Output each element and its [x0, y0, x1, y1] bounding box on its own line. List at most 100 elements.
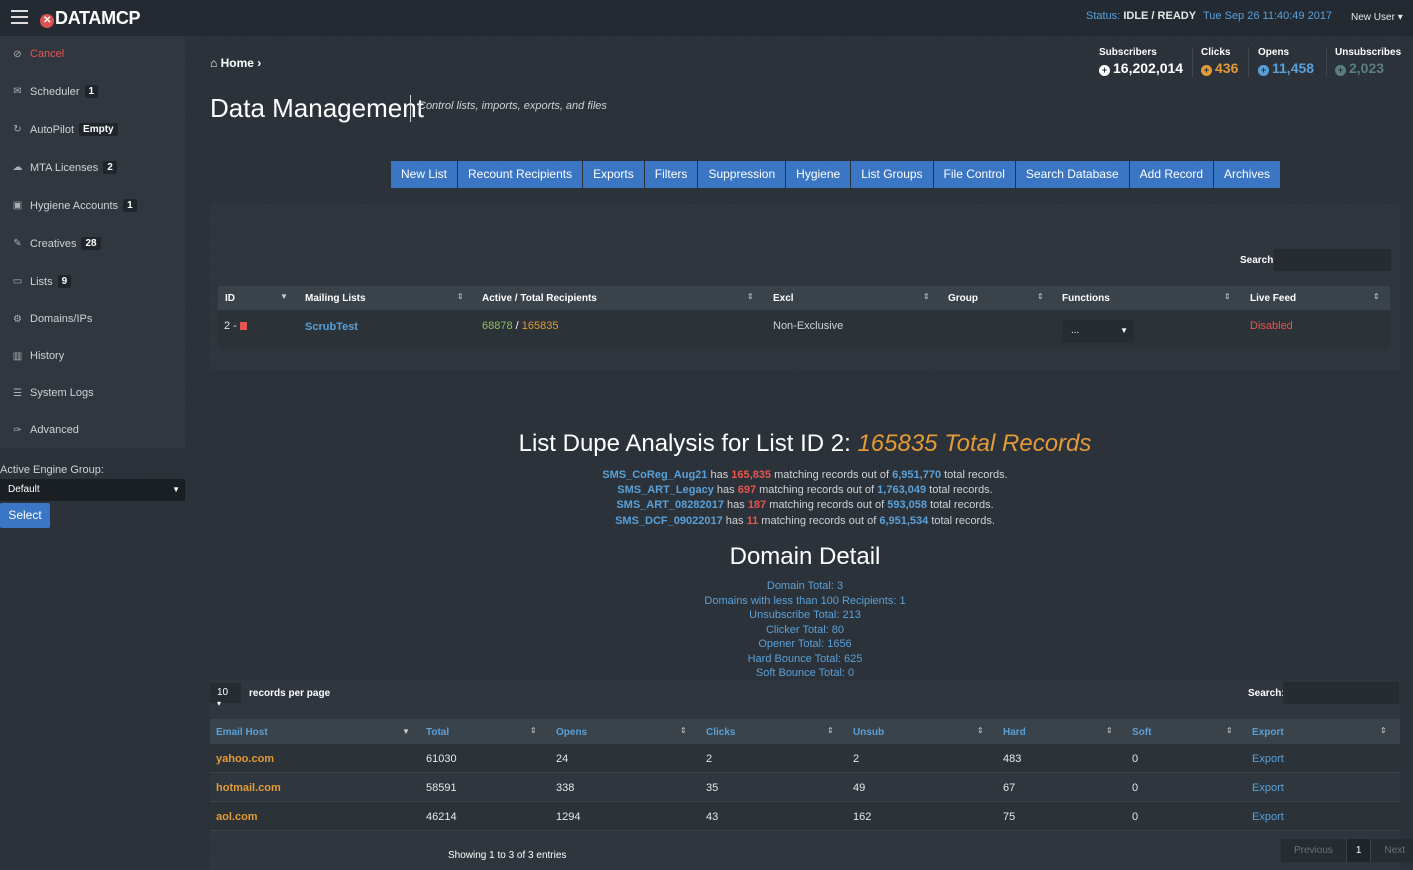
caret-down-icon: ▼	[172, 485, 180, 494]
tab-new-list[interactable]: New List	[391, 161, 459, 188]
records-per-page-select[interactable]: 10 ▾	[210, 683, 241, 708]
soft-cell: 0	[1132, 782, 1139, 794]
tab-hygiene[interactable]: Hygiene	[786, 161, 852, 188]
cogs-icon: ⚙	[13, 313, 22, 325]
column-header-recipients[interactable]: Active / Total Recipients	[482, 293, 597, 304]
list-id: 2 -	[224, 320, 247, 332]
pagination-page-1[interactable]: 1	[1346, 839, 1372, 862]
unsub-cell: 49	[853, 782, 866, 794]
engine-group-label: Active Engine Group:	[0, 464, 104, 476]
sidebar-item-mta-licenses[interactable]: ☁ MTA Licenses 2	[12, 161, 117, 174]
logo-mark-icon: ✕	[40, 14, 54, 28]
column-header-excl[interactable]: Excl	[773, 293, 794, 304]
domain-stat: Domain Total: 3	[766, 580, 844, 592]
domain-stat: Soft Bounce Total: 0	[755, 667, 855, 679]
export-link[interactable]: Export	[1252, 811, 1284, 823]
pagination-previous[interactable]: Previous	[1281, 839, 1347, 862]
column-header-hard[interactable]: Hard	[1003, 727, 1026, 738]
tab-exports[interactable]: Exports	[583, 161, 645, 188]
column-header-clicks[interactable]: Clicks	[706, 727, 735, 738]
sort-icon: ⇕	[827, 726, 834, 735]
column-header-unsub[interactable]: Unsub	[853, 727, 884, 738]
sort-icon: ⇕	[923, 292, 930, 301]
table-row: hotmail.com 58591 338 35 49 67 0 Export	[210, 773, 1400, 802]
trash-icon[interactable]	[239, 322, 247, 330]
lists-table-header: ID ▼ Mailing Lists ⇕ Active / Total Recipi…	[218, 286, 1390, 310]
list-name-link[interactable]: ScrubTest	[305, 321, 358, 333]
domain-search-input[interactable]	[1283, 682, 1399, 704]
sort-icon: ⇕	[1226, 726, 1233, 735]
caret-down-icon: ▾	[1397, 12, 1403, 23]
tab-add-record[interactable]: Add Record	[1129, 161, 1215, 188]
stat-unsubscribes: Unsubscribes +2,023	[1335, 47, 1402, 76]
select-engine-button[interactable]: Select	[0, 503, 50, 528]
column-header-export[interactable]: Export	[1252, 727, 1284, 738]
sidebar-item-lists[interactable]: ▭ Lists 9	[12, 275, 72, 288]
refresh-icon: ↻	[13, 124, 22, 135]
stat-clicks: Clicks +436	[1201, 47, 1239, 76]
plus-circle-icon: +	[1201, 65, 1212, 76]
app-logo[interactable]: ✕ DATAMCP	[40, 8, 141, 29]
column-header-group[interactable]: Group	[948, 293, 978, 304]
total-cell: 61030	[426, 753, 457, 765]
tab-archives[interactable]: Archives	[1214, 161, 1282, 188]
action-tabs: New List Recount Recipients Exports Filt…	[391, 161, 1282, 188]
total-cell: 58591	[426, 782, 457, 794]
sidebar-item-autopilot[interactable]: ↻ AutoPilot Empty	[12, 123, 118, 136]
total-cell: 46214	[426, 811, 457, 823]
sidebar-item-domains-ips[interactable]: ⚙ Domains/IPs	[12, 313, 92, 325]
live-feed-status[interactable]: Disabled	[1250, 320, 1293, 332]
stat-subscribers: Subscribers +16,202,014	[1099, 47, 1184, 76]
tab-list-groups[interactable]: List Groups	[851, 161, 934, 188]
tab-search-database[interactable]: Search Database	[1015, 161, 1130, 188]
sort-icon: ⇕	[1373, 292, 1380, 301]
sidebar-item-hygiene-accounts[interactable]: ▣ Hygiene Accounts 1	[12, 199, 137, 212]
tab-suppression[interactable]: Suppression	[698, 161, 787, 188]
column-header-functions[interactable]: Functions	[1062, 293, 1110, 304]
lists-search-input[interactable]	[1274, 249, 1391, 271]
column-header-soft[interactable]: Soft	[1132, 727, 1151, 738]
menu-icon[interactable]	[11, 10, 28, 24]
opens-cell: 24	[556, 753, 569, 765]
recipient-counts: 68878 / 165835	[482, 320, 559, 332]
badge-count: 1	[84, 85, 99, 98]
pagination-next[interactable]: Next	[1371, 839, 1413, 862]
sidebar-item-system-logs[interactable]: ☰ System Logs	[12, 387, 94, 399]
user-menu[interactable]: New User ▾	[1351, 12, 1403, 23]
tab-filters[interactable]: Filters	[644, 161, 699, 188]
tab-file-control[interactable]: File Control	[933, 161, 1016, 188]
sort-icon: ⇕	[977, 726, 984, 735]
sort-icon: ⇕	[747, 292, 754, 301]
sidebar-item-creatives[interactable]: ✎ Creatives 28	[12, 237, 101, 250]
domain-stat: Hard Bounce Total: 625	[747, 653, 863, 665]
column-header-email-host[interactable]: Email Host	[216, 727, 268, 738]
briefcase-icon: ▣	[12, 200, 23, 211]
column-header-mailing-lists[interactable]: Mailing Lists	[305, 293, 366, 304]
badge-count: 1	[123, 199, 137, 212]
clicks-cell: 35	[706, 782, 719, 794]
sort-icon: ⇕	[680, 726, 687, 735]
functions-select[interactable]: ... ▼	[1063, 320, 1134, 343]
sidebar-item-cancel[interactable]: ⊘ Cancel	[12, 48, 64, 60]
breadcrumb[interactable]: ⌂ Home ›	[210, 56, 261, 70]
sidebar-item-scheduler[interactable]: ✉ Scheduler 1	[12, 85, 99, 98]
folder-icon: ▭	[12, 276, 23, 287]
unsub-cell: 2	[853, 753, 860, 765]
page-subtitle: Control lists, imports, exports, and fil…	[418, 100, 607, 112]
column-header-live-feed[interactable]: Live Feed	[1250, 293, 1296, 304]
sort-icon: ⇕	[457, 292, 464, 301]
search-label: Search:	[1248, 688, 1285, 699]
sort-icon: ⇕	[530, 726, 537, 735]
export-link[interactable]: Export	[1252, 753, 1284, 765]
engine-group-select[interactable]: Default ▼	[0, 479, 185, 501]
domain-detail-title: Domain Detail	[729, 543, 881, 570]
column-header-total[interactable]: Total	[426, 727, 449, 738]
export-link[interactable]: Export	[1252, 782, 1284, 794]
sidebar-item-history[interactable]: ▥ History	[12, 350, 64, 362]
server-clock: Tue Sep 26 11:40:49 2017	[1203, 10, 1333, 22]
tab-recount-recipients[interactable]: Recount Recipients	[458, 161, 584, 188]
badge-count: 2	[103, 161, 117, 174]
clicks-cell: 2	[706, 753, 713, 765]
column-header-opens[interactable]: Opens	[556, 727, 587, 738]
column-header-id[interactable]: ID	[225, 293, 235, 304]
